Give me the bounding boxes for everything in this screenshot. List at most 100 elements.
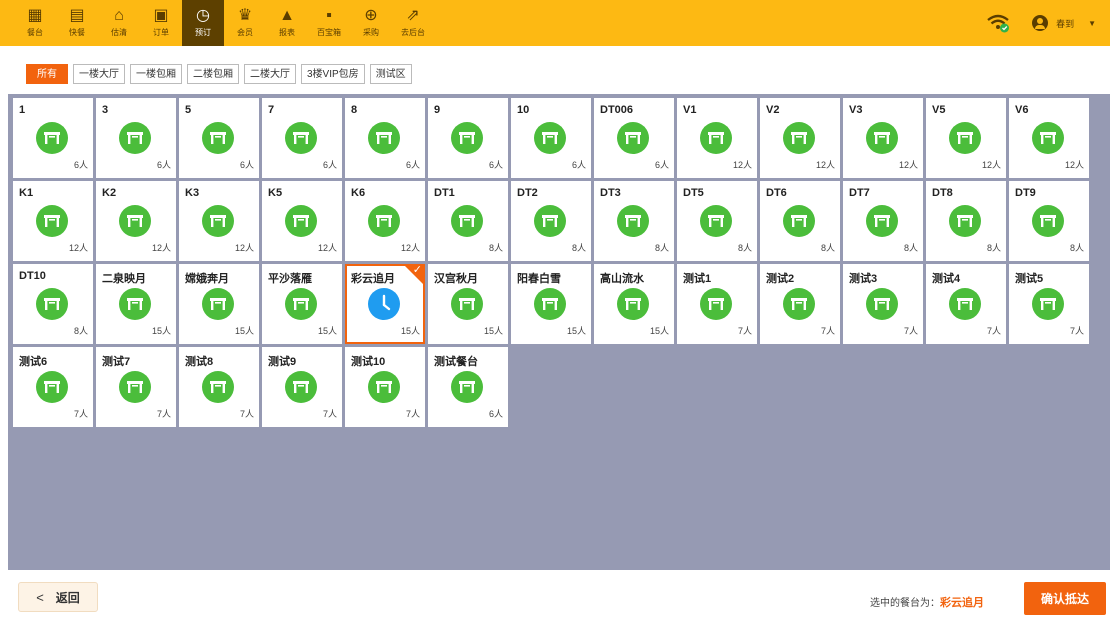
table-card[interactable]: 9 6人 bbox=[428, 98, 508, 178]
table-card[interactable]: DT10 8人 bbox=[13, 264, 93, 344]
table-card[interactable]: V5 12人 bbox=[926, 98, 1006, 178]
table-capacity: 8人 bbox=[1069, 243, 1084, 253]
table-name: 5 bbox=[185, 104, 192, 116]
table-card[interactable]: K3 12人 bbox=[179, 181, 259, 261]
table-card[interactable]: 测试3 7人 bbox=[843, 264, 923, 344]
table-card[interactable]: DT2 8人 bbox=[511, 181, 591, 261]
dining-table-icon bbox=[119, 371, 151, 403]
table-card[interactable]: V2 12人 bbox=[760, 98, 840, 178]
table-card[interactable]: 汉宫秋月 15人 bbox=[428, 264, 508, 344]
table-card[interactable]: 测试9 7人 bbox=[262, 347, 342, 427]
table-capacity: 8人 bbox=[488, 243, 503, 253]
area-filter-button[interactable]: 二楼大厅 bbox=[244, 64, 296, 84]
table-card[interactable]: DT6 8人 bbox=[760, 181, 840, 261]
dining-table-icon bbox=[285, 122, 317, 154]
area-filter-button[interactable]: 一楼包厢 bbox=[130, 64, 182, 84]
area-filter-button[interactable]: 一楼大厅 bbox=[73, 64, 125, 84]
chevron-left-icon: < bbox=[36, 589, 44, 605]
table-card[interactable]: K5 12人 bbox=[262, 181, 342, 261]
nav-item-4[interactable]: ◷ 预订 bbox=[182, 0, 224, 46]
dining-table-icon bbox=[368, 122, 400, 154]
dining-table-icon bbox=[534, 288, 566, 320]
table-card[interactable]: 测试餐台 6人 bbox=[428, 347, 508, 427]
nav-item-6[interactable]: ▲ 报表 bbox=[266, 0, 308, 46]
table-card[interactable]: DT5 8人 bbox=[677, 181, 757, 261]
table-name: 二泉映月 bbox=[102, 273, 146, 285]
dining-table-icon bbox=[949, 122, 981, 154]
table-card[interactable]: V3 12人 bbox=[843, 98, 923, 178]
table-card[interactable]: V1 12人 bbox=[677, 98, 757, 178]
table-name: 9 bbox=[434, 104, 441, 116]
table-name: 3 bbox=[102, 104, 109, 116]
nav-item-1[interactable]: ▤ 快餐 bbox=[56, 0, 98, 46]
table-card[interactable]: 测试1 7人 bbox=[677, 264, 757, 344]
nav-item-3[interactable]: ▣ 订单 bbox=[140, 0, 182, 46]
table-capacity: 12人 bbox=[234, 243, 254, 253]
nav-item-7[interactable]: ▪ 百宝箱 bbox=[308, 0, 350, 46]
wifi-connected-icon[interactable] bbox=[986, 13, 1010, 33]
table-card[interactable]: 1 6人 bbox=[13, 98, 93, 178]
table-card[interactable]: 测试10 7人 bbox=[345, 347, 425, 427]
dining-table-icon bbox=[866, 288, 898, 320]
area-filter-button[interactable]: 3楼VIP包房 bbox=[301, 64, 365, 84]
table-card[interactable]: 测试4 7人 bbox=[926, 264, 1006, 344]
table-card[interactable]: 高山流水 15人 bbox=[594, 264, 674, 344]
confirm-arrival-button[interactable]: 确认抵达 bbox=[1024, 582, 1106, 615]
table-capacity: 12人 bbox=[317, 243, 337, 253]
user-name: 春到 bbox=[1056, 18, 1075, 29]
table-card[interactable]: 8 6人 bbox=[345, 98, 425, 178]
table-card[interactable]: DT006 6人 bbox=[594, 98, 674, 178]
user-menu[interactable]: 春到 ▼ bbox=[1032, 15, 1096, 31]
table-card[interactable]: 阳春白雪 15人 bbox=[511, 264, 591, 344]
table-card[interactable]: DT3 8人 bbox=[594, 181, 674, 261]
table-card[interactable]: 测试5 7人 bbox=[1009, 264, 1089, 344]
table-name: 10 bbox=[517, 104, 530, 116]
area-filter-button[interactable]: 测试区 bbox=[369, 64, 412, 84]
nav-item-label: 百宝箱 bbox=[317, 28, 341, 37]
nav-item-8[interactable]: ⊕ 采购 bbox=[350, 0, 392, 46]
dining-table-icon bbox=[202, 122, 234, 154]
table-name: 测试3 bbox=[849, 273, 878, 285]
table-card[interactable]: 平沙落雁 15人 bbox=[262, 264, 342, 344]
area-filter-button[interactable]: 所有 bbox=[26, 64, 68, 84]
table-capacity: 12人 bbox=[68, 243, 88, 253]
table-capacity: 7人 bbox=[405, 409, 420, 419]
table-capacity: 12人 bbox=[815, 160, 835, 170]
table-card[interactable]: K6 12人 bbox=[345, 181, 425, 261]
dining-table-icon bbox=[949, 205, 981, 237]
table-name: DT6 bbox=[766, 187, 787, 199]
table-card[interactable]: K2 12人 bbox=[96, 181, 176, 261]
table-name: 嫦娥奔月 bbox=[185, 273, 229, 285]
dining-table-icon bbox=[451, 122, 483, 154]
table-card[interactable]: 测试2 7人 bbox=[760, 264, 840, 344]
table-card[interactable]: 测试7 7人 bbox=[96, 347, 176, 427]
table-card[interactable]: DT8 8人 bbox=[926, 181, 1006, 261]
table-name: V3 bbox=[849, 104, 863, 116]
table-card[interactable]: DT9 8人 bbox=[1009, 181, 1089, 261]
nav-item-label: 快餐 bbox=[69, 28, 85, 37]
dining-table-icon bbox=[202, 288, 234, 320]
table-card[interactable]: 7 6人 bbox=[262, 98, 342, 178]
table-card[interactable]: DT7 8人 bbox=[843, 181, 923, 261]
table-card[interactable]: 测试8 7人 bbox=[179, 347, 259, 427]
nav-item-9[interactable]: ⇗ 去后台 bbox=[392, 0, 434, 46]
table-card[interactable]: 嫦娥奔月 15人 bbox=[179, 264, 259, 344]
table-card[interactable]: 二泉映月 15人 bbox=[96, 264, 176, 344]
table-card[interactable]: DT1 8人 bbox=[428, 181, 508, 261]
table-card[interactable]: K1 12人 bbox=[13, 181, 93, 261]
table-capacity: 6人 bbox=[405, 160, 420, 170]
table-name: K3 bbox=[185, 187, 200, 199]
back-button[interactable]: < 返回 bbox=[18, 582, 98, 612]
table-card[interactable]: 测试6 7人 bbox=[13, 347, 93, 427]
table-card[interactable]: 彩云追月 15人 ✓ bbox=[345, 264, 425, 344]
nav-item-5[interactable]: ♛ 会员 bbox=[224, 0, 266, 46]
table-name: 7 bbox=[268, 104, 275, 116]
table-card[interactable]: V6 12人 bbox=[1009, 98, 1089, 178]
table-card[interactable]: 3 6人 bbox=[96, 98, 176, 178]
area-filter-button[interactable]: 二楼包厢 bbox=[187, 64, 239, 84]
table-card[interactable]: 5 6人 bbox=[179, 98, 259, 178]
table-card[interactable]: 10 6人 bbox=[511, 98, 591, 178]
nav-item-2[interactable]: ⌂ 估清 bbox=[98, 0, 140, 46]
table-capacity: 12人 bbox=[732, 160, 752, 170]
nav-item-0[interactable]: ▦ 餐台 bbox=[14, 0, 56, 46]
